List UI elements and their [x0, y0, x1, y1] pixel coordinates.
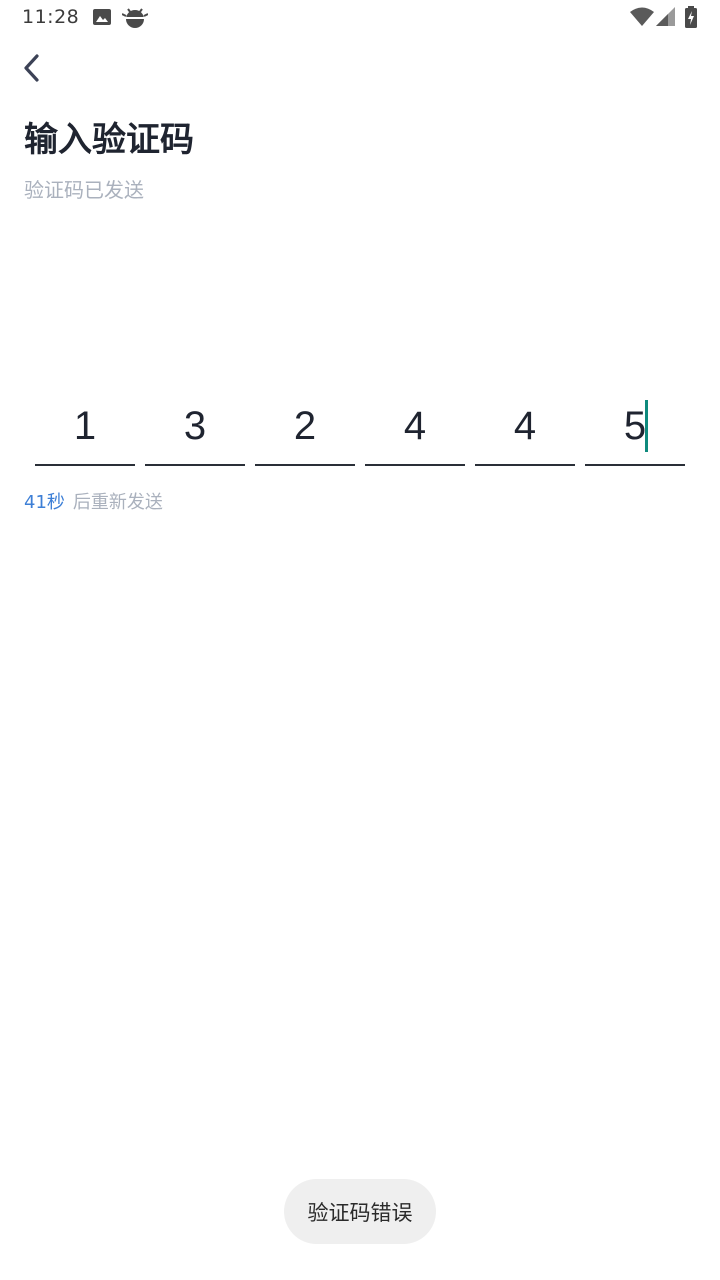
battery-charging-icon — [684, 6, 698, 32]
toast-message: 验证码错误 — [307, 1200, 413, 1225]
code-digit-box-3[interactable]: 2 — [255, 396, 355, 466]
status-bar: 11:28 — [0, 0, 720, 36]
page-title: 输入验证码 — [24, 120, 194, 160]
wifi-icon — [630, 7, 654, 31]
code-digit-box-5[interactable]: 4 — [475, 396, 575, 466]
code-digit: 4 — [513, 404, 537, 448]
image-icon — [92, 7, 112, 31]
code-digit: 4 — [403, 404, 427, 448]
error-toast: 验证码错误 — [284, 1179, 436, 1244]
code-digit-box-2[interactable]: 3 — [145, 396, 245, 466]
resend-countdown: 41秒 后重新发送 — [24, 488, 163, 514]
code-digit: 5 — [623, 404, 647, 448]
code-digit-box-1[interactable]: 1 — [35, 396, 135, 466]
signal-icon — [656, 7, 676, 31]
android-icon — [121, 5, 149, 35]
text-cursor — [645, 400, 648, 452]
back-button[interactable] — [12, 50, 52, 90]
code-digit-box-6[interactable]: 5 — [585, 396, 685, 466]
resend-label: 后重新发送 — [72, 492, 163, 513]
code-digit: 2 — [293, 404, 317, 448]
chevron-left-icon — [22, 53, 42, 87]
page-subtitle: 验证码已发送 — [24, 178, 144, 202]
status-time: 11:28 — [22, 6, 80, 28]
code-digit: 3 — [183, 404, 207, 448]
verification-code-input[interactable]: 1 3 2 4 4 5 — [35, 396, 685, 468]
code-digit: 1 — [73, 404, 97, 448]
countdown-seconds: 41秒 — [24, 492, 65, 513]
code-digit-box-4[interactable]: 4 — [365, 396, 465, 466]
